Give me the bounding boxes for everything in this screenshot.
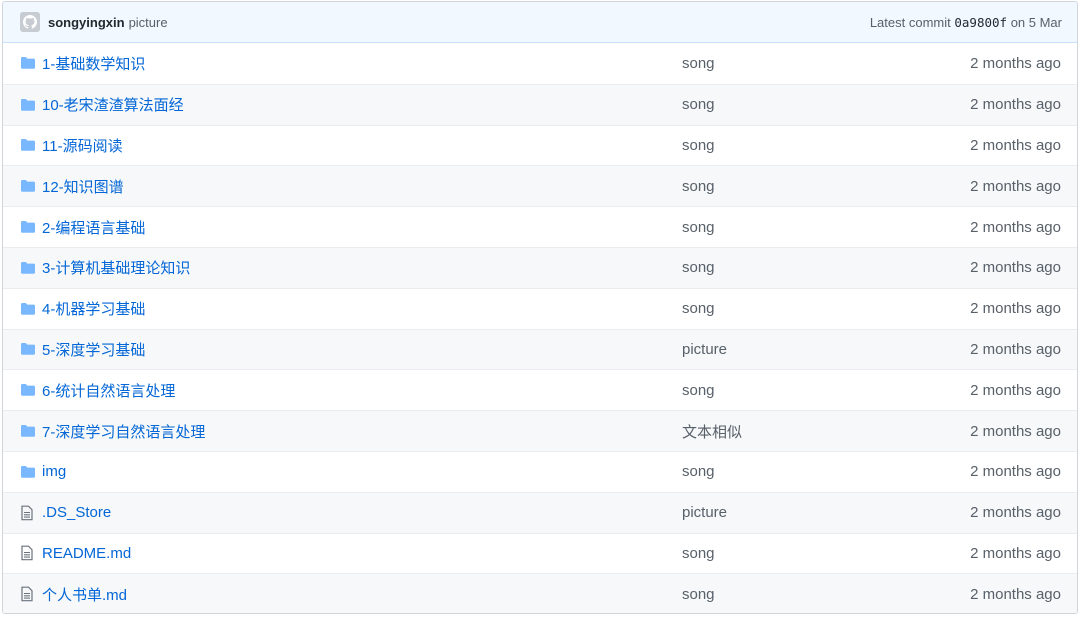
- commit-message-link[interactable]: song: [682, 178, 902, 195]
- file-row: 3-计算机基础理论知识 song 2 months ago: [3, 246, 1077, 288]
- commit-sha-link[interactable]: 0a9800f: [954, 15, 1007, 30]
- commit-author-link[interactable]: songyingxin: [48, 15, 125, 30]
- commit-message-link[interactable]: picture: [129, 15, 168, 30]
- commit-message-link[interactable]: song: [682, 382, 902, 399]
- file-name-link[interactable]: 3-计算机基础理论知识: [42, 257, 682, 278]
- file-name-link[interactable]: 4-机器学习基础: [42, 298, 682, 319]
- file-name-link[interactable]: 2-编程语言基础: [42, 217, 682, 238]
- folder-icon: [20, 301, 36, 317]
- folder-icon: [20, 55, 36, 71]
- file-icon: [20, 586, 36, 602]
- file-row: img song 2 months ago: [3, 450, 1077, 492]
- latest-commit-bar: songyingxin picture Latest commit 0a9800…: [3, 2, 1077, 43]
- commit-message-link[interactable]: song: [682, 259, 902, 276]
- file-name-link[interactable]: 7-深度学习自然语言处理: [42, 421, 682, 442]
- commit-age: 2 months ago: [970, 585, 1061, 603]
- folder-icon: [20, 341, 36, 357]
- file-row: 4-机器学习基础 song 2 months ago: [3, 287, 1077, 329]
- file-row: 5-深度学习基础 picture 2 months ago: [3, 328, 1077, 370]
- latest-commit-info: Latest commit 0a9800f on 5 Mar: [870, 15, 1062, 30]
- folder-icon: [20, 464, 36, 480]
- file-row: 11-源码阅读 song 2 months ago: [3, 124, 1077, 166]
- file-row: .DS_Store picture 2 months ago: [3, 491, 1077, 533]
- commit-age: 2 months ago: [970, 544, 1061, 562]
- file-name-link[interactable]: 6-统计自然语言处理: [42, 380, 682, 401]
- avatar[interactable]: [20, 12, 40, 32]
- commit-message-link[interactable]: picture: [682, 504, 902, 521]
- file-icon: [20, 505, 36, 521]
- file-row: 12-知识图谱 song 2 months ago: [3, 165, 1077, 207]
- folder-icon: [20, 178, 36, 194]
- file-row: 7-深度学习自然语言处理 文本相似 2 months ago: [3, 410, 1077, 451]
- folder-icon: [20, 97, 36, 113]
- file-rows: 1-基础数学知识 song 2 months ago 10-老宋渣渣算法面经 song 2…: [3, 43, 1077, 613]
- commit-message-link[interactable]: picture: [682, 341, 902, 358]
- file-name-link[interactable]: .DS_Store: [42, 504, 682, 521]
- commit-age: 2 months ago: [970, 340, 1061, 358]
- file-row: 1-基础数学知识 song 2 months ago: [3, 43, 1077, 84]
- file-row: README.md song 2 months ago: [3, 532, 1077, 574]
- commit-age: 2 months ago: [970, 300, 1061, 318]
- file-name-link[interactable]: 5-深度学习基础: [42, 339, 682, 360]
- commit-age: 2 months ago: [970, 136, 1061, 154]
- commit-age: 2 months ago: [970, 96, 1061, 114]
- file-name-link[interactable]: 个人书单.md: [42, 584, 682, 605]
- file-name-link[interactable]: README.md: [42, 545, 682, 562]
- commit-age: 2 months ago: [970, 177, 1061, 195]
- commit-message-link[interactable]: song: [682, 300, 902, 317]
- file-row: 个人书单.md song 2 months ago: [3, 573, 1077, 613]
- commit-age: 2 months ago: [970, 504, 1061, 522]
- commit-message-link[interactable]: song: [682, 219, 902, 236]
- commit-message-link[interactable]: song: [682, 96, 902, 113]
- folder-icon: [20, 382, 36, 398]
- file-name-link[interactable]: 10-老宋渣渣算法面经: [42, 94, 682, 115]
- folder-icon: [20, 260, 36, 276]
- folder-icon: [20, 137, 36, 153]
- file-name-link[interactable]: 12-知识图谱: [42, 176, 682, 197]
- file-row: 10-老宋渣渣算法面经 song 2 months ago: [3, 83, 1077, 125]
- commit-message-link[interactable]: song: [682, 137, 902, 154]
- folder-icon: [20, 219, 36, 235]
- commit-age: 2 months ago: [970, 422, 1061, 440]
- github-octocat-icon: [23, 15, 37, 29]
- folder-icon: [20, 423, 36, 439]
- file-list: songyingxin picture Latest commit 0a9800…: [2, 1, 1078, 614]
- commit-age: 2 months ago: [970, 259, 1061, 277]
- commit-age: 2 months ago: [970, 218, 1061, 236]
- file-icon: [20, 545, 36, 561]
- latest-commit-label: Latest commit: [869, 14, 951, 30]
- commit-age: 2 months ago: [970, 54, 1061, 72]
- commit-message-link[interactable]: song: [682, 55, 902, 72]
- commit-message-link[interactable]: song: [682, 586, 902, 603]
- file-name-link[interactable]: 11-源码阅读: [42, 135, 682, 156]
- commit-message-link[interactable]: song: [682, 545, 902, 562]
- commit-message-link[interactable]: 文本相似: [682, 421, 902, 442]
- commit-age: 2 months ago: [970, 463, 1061, 481]
- commit-message-link[interactable]: song: [682, 463, 902, 480]
- commit-date: on 5 Mar: [1010, 14, 1062, 30]
- file-row: 2-编程语言基础 song 2 months ago: [3, 206, 1077, 247]
- file-name-link[interactable]: img: [42, 463, 682, 480]
- file-row: 6-统计自然语言处理 song 2 months ago: [3, 369, 1077, 410]
- commit-age: 2 months ago: [970, 381, 1061, 399]
- file-name-link[interactable]: 1-基础数学知识: [42, 53, 682, 74]
